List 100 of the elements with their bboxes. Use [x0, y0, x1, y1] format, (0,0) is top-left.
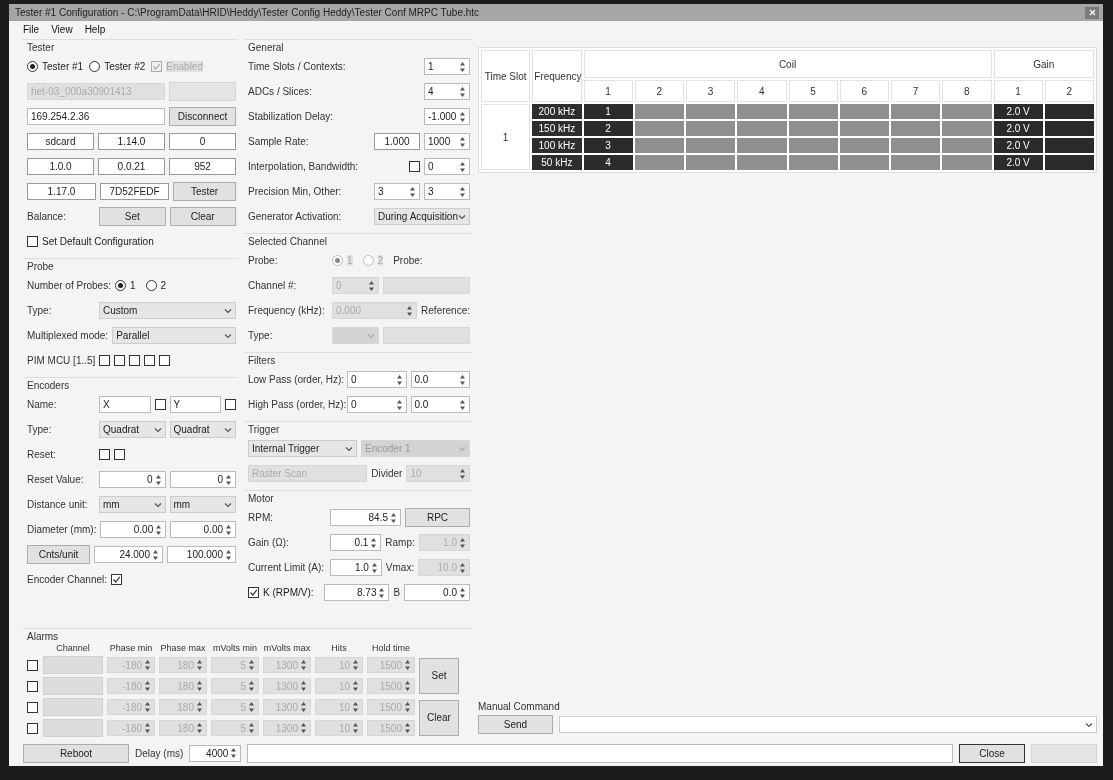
grid-cell[interactable]: 2.0 V — [993, 104, 1043, 119]
checkbox[interactable] — [129, 355, 141, 366]
frequency-cell[interactable]: 50 kHz — [532, 155, 582, 170]
grid-cell[interactable]: 1 — [583, 104, 633, 119]
spin-field[interactable]: 0.1 — [330, 534, 382, 551]
checkbox[interactable] — [248, 587, 259, 598]
dropdown[interactable]: mm — [169, 496, 236, 513]
grid-cell[interactable]: 3 — [583, 138, 633, 153]
push-button[interactable]: Set — [419, 657, 459, 694]
grid-cell[interactable]: 2.0 V — [993, 155, 1043, 170]
checkbox[interactable] — [114, 355, 126, 366]
push-button[interactable]: RPC — [405, 508, 470, 527]
radio-button[interactable] — [27, 61, 38, 72]
spin-field[interactable]: 0 — [347, 371, 407, 388]
checkbox[interactable] — [409, 161, 420, 172]
grid-cell[interactable]: 2 — [583, 121, 633, 136]
grid-cell[interactable]: 2.0 V — [993, 138, 1043, 153]
grid-cell[interactable] — [634, 121, 684, 136]
push-button[interactable] — [1031, 743, 1097, 763]
radio-button[interactable] — [89, 61, 101, 72]
spin-field[interactable]: 0 — [99, 471, 166, 488]
grid-cell[interactable] — [942, 138, 992, 153]
grid-cell[interactable] — [634, 104, 684, 119]
menu-item[interactable]: File — [23, 24, 40, 36]
grid-cell[interactable]: 4 — [583, 155, 633, 170]
command-dropdown[interactable] — [559, 716, 1097, 733]
spin-field[interactable]: 1.0 — [330, 559, 382, 576]
spin-field[interactable]: 3 — [374, 183, 420, 200]
grid-cell[interactable] — [1044, 121, 1094, 136]
spin-field[interactable]: 0.00 — [100, 521, 167, 538]
grid-cell[interactable] — [1044, 138, 1094, 153]
spin-field[interactable]: 0 — [424, 158, 470, 175]
grid-cell[interactable] — [686, 104, 736, 119]
spin-field[interactable]: 84.5 — [330, 509, 401, 526]
spin-field[interactable]: 0 — [347, 396, 407, 413]
channel-field[interactable] — [43, 719, 103, 737]
close-button[interactable] — [1085, 6, 1099, 19]
checkbox[interactable] — [159, 355, 171, 366]
checkbox[interactable] — [27, 236, 38, 247]
grid-cell[interactable] — [737, 121, 787, 136]
grid-cell[interactable] — [737, 155, 787, 170]
push-button[interactable]: Tester — [173, 182, 236, 201]
checkbox[interactable] — [99, 449, 110, 460]
spin-field[interactable]: 1000 — [424, 133, 470, 150]
spin-field[interactable]: -1.000 — [424, 108, 470, 125]
checkbox[interactable] — [111, 574, 123, 585]
text-field[interactable] — [247, 743, 953, 763]
grid-cell[interactable] — [942, 155, 992, 170]
dropdown[interactable]: mm — [99, 496, 166, 513]
grid-cell[interactable] — [891, 138, 941, 153]
grid-cell[interactable] — [839, 121, 889, 136]
checkbox[interactable] — [154, 399, 166, 410]
push-button[interactable]: Cnts/unit — [27, 545, 90, 564]
spin-field[interactable]: 1 — [424, 58, 470, 75]
spin-field[interactable]: 100.000 — [167, 546, 236, 563]
spin-field[interactable]: 0.0 — [404, 584, 470, 601]
grid-cell[interactable] — [839, 104, 889, 119]
grid-cell[interactable] — [1044, 104, 1094, 119]
dropdown[interactable]: Quadrat — [99, 421, 166, 438]
frequency-cell[interactable]: 100 kHz — [532, 138, 582, 153]
reboot-button[interactable]: Reboot — [23, 743, 129, 763]
channel-field[interactable] — [43, 698, 103, 716]
checkbox[interactable] — [27, 659, 38, 671]
text-field[interactable]: Y — [169, 396, 221, 413]
spin-field[interactable]: 0.00 — [170, 521, 236, 538]
dropdown[interactable]: Internal Trigger — [248, 440, 357, 457]
checkbox[interactable] — [225, 399, 236, 410]
close-button[interactable]: Close — [959, 743, 1025, 763]
spin-field[interactable]: 24.000 — [94, 546, 163, 563]
spin-field[interactable]: 3 — [424, 183, 470, 200]
spin-field[interactable]: 4000 — [189, 744, 242, 762]
channel-field[interactable] — [43, 677, 103, 695]
spin-field[interactable]: 0.0 — [410, 396, 470, 413]
menu-item[interactable]: Help — [84, 24, 106, 36]
spin-field[interactable]: 4 — [424, 83, 470, 100]
grid-cell[interactable] — [686, 155, 736, 170]
checkbox[interactable] — [114, 449, 125, 460]
push-button[interactable]: Disconnect — [169, 107, 236, 126]
checkbox[interactable] — [99, 355, 111, 366]
radio-button[interactable] — [114, 280, 126, 291]
grid-cell[interactable] — [788, 121, 838, 136]
grid-cell[interactable] — [891, 104, 941, 119]
checkbox[interactable] — [27, 701, 38, 713]
grid-cell[interactable] — [788, 155, 838, 170]
spin-field[interactable]: 8.73 — [323, 584, 390, 601]
grid-cell[interactable] — [788, 138, 838, 153]
channel-field[interactable] — [43, 656, 103, 674]
text-field[interactable]: 169.254.2.36 — [27, 108, 165, 125]
grid-cell[interactable] — [839, 138, 889, 153]
checkbox[interactable] — [27, 680, 38, 692]
spin-field[interactable]: 0.0 — [410, 371, 470, 388]
dropdown[interactable]: Parallel — [112, 327, 236, 344]
spin-field[interactable]: 0 — [169, 471, 236, 488]
grid-cell[interactable] — [942, 104, 992, 119]
push-button[interactable]: Clear — [419, 699, 459, 736]
grid-cell[interactable] — [942, 121, 992, 136]
grid-cell[interactable] — [686, 138, 736, 153]
dropdown[interactable]: Custom — [99, 302, 236, 319]
grid-cell[interactable] — [634, 138, 684, 153]
checkbox[interactable] — [27, 722, 38, 734]
